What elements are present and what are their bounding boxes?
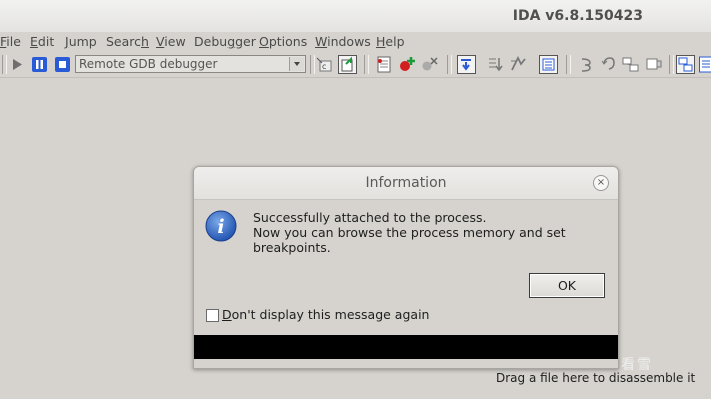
svg-text:c: c <box>322 62 326 71</box>
add-breakpoint-icon[interactable] <box>398 55 416 74</box>
menu-view[interactable]: View <box>156 34 186 49</box>
menu-file-label: ile <box>6 34 21 49</box>
menu-debugger-mnemonic: g <box>227 34 236 49</box>
toolbar-separator <box>364 55 369 74</box>
menu-debugger[interactable]: Debugger <box>194 34 256 49</box>
dialog-message-line2: Now you can browse the process memory an… <box>253 225 566 255</box>
close-icon[interactable]: × <box>593 175 609 191</box>
menu-debugger-label-a: Debu <box>194 34 228 49</box>
dont-display-label[interactable]: Don't display this message again <box>222 307 429 322</box>
dialog-message-line1: Successfully attached to the process. <box>253 210 487 225</box>
chevron-down-icon[interactable] <box>289 57 304 71</box>
dont-display-label-rest: on't display this message again <box>231 307 430 322</box>
step-into-icon[interactable] <box>457 55 476 74</box>
info-icon: i <box>205 210 237 242</box>
graph-icon[interactable] <box>676 55 695 74</box>
dont-display-mnemonic: D <box>222 307 232 322</box>
show-ip-icon[interactable] <box>539 55 558 74</box>
debugger-select-icon[interactable] <box>338 55 357 74</box>
stack-trace-icon[interactable] <box>645 55 663 74</box>
menu-edit-label: dit <box>37 34 55 49</box>
menu-windows[interactable]: Windows <box>315 34 371 49</box>
drop-hint: Drag a file here to disassemble it <box>496 371 696 385</box>
step-back-icon[interactable] <box>600 55 616 74</box>
menu-windows-mnemonic: W <box>315 34 328 49</box>
menu-jump[interactable]: Jump <box>65 34 97 49</box>
dialog-header[interactable]: Information × <box>194 167 618 200</box>
toolbar-grip[interactable] <box>2 55 7 74</box>
menu-help[interactable]: Help <box>376 34 405 49</box>
stop-icon[interactable] <box>54 55 72 74</box>
chevron-down-icon-glyph <box>294 62 300 66</box>
dont-display-checkbox[interactable] <box>206 309 219 322</box>
toolbar-separator <box>566 55 571 74</box>
pause-icon[interactable] <box>31 55 49 74</box>
menu-options-mnemonic: O <box>259 34 269 49</box>
menu-search-mnemonic: h <box>141 34 149 49</box>
debugger-select[interactable]: Remote GDB debugger <box>75 55 306 73</box>
menu-file[interactable]: File <box>0 34 21 49</box>
toolbar-separator <box>447 55 452 74</box>
menu-edit[interactable]: Edit <box>30 34 54 49</box>
menu-edit-mnemonic: E <box>30 34 38 49</box>
menu-windows-label: indows <box>327 34 371 49</box>
dialog-title: Information <box>365 175 447 191</box>
svg-text:i: i <box>217 216 224 238</box>
attach-process-icon[interactable]: c <box>316 55 334 74</box>
information-dialog: Information × i Successfully attached to… <box>193 166 619 369</box>
play-icon[interactable] <box>10 55 24 74</box>
menu-help-label: elp <box>385 34 405 49</box>
trace-function-icon[interactable] <box>622 55 640 74</box>
toolbar-separator <box>310 55 315 74</box>
delete-breakpoint-icon[interactable] <box>421 55 439 74</box>
menu-view-label: iew <box>164 34 186 49</box>
menu-search[interactable]: Search <box>106 34 149 49</box>
breakpoint-list-icon[interactable] <box>375 55 393 74</box>
trace-icon[interactable] <box>578 55 594 74</box>
menu-debugger-label-b: ger <box>235 34 256 49</box>
dialog-black-bar <box>194 335 618 359</box>
window-title: IDA v6.8.150423 <box>512 8 643 24</box>
watermark: 看雪 <box>621 357 653 373</box>
menu-search-label-a: Searc <box>106 34 142 49</box>
menu-bar: File Edit Jump Search View Debugger Opti… <box>0 32 711 52</box>
menu-options-label: ptions <box>268 34 308 49</box>
run-until-return-icon[interactable] <box>509 55 527 74</box>
ok-button[interactable]: OK <box>529 273 605 298</box>
menu-options[interactable]: Options <box>259 34 307 49</box>
text-view-icon[interactable] <box>699 55 711 74</box>
title-bar: IDA v6.8.150423 <box>0 0 711 32</box>
toolbar-separator <box>669 55 674 74</box>
debugger-select-value: Remote GDB debugger <box>79 57 218 71</box>
step-over-icon[interactable] <box>486 55 504 74</box>
menu-help-mnemonic: H <box>376 34 386 49</box>
menu-jump-label: ump <box>68 34 97 49</box>
